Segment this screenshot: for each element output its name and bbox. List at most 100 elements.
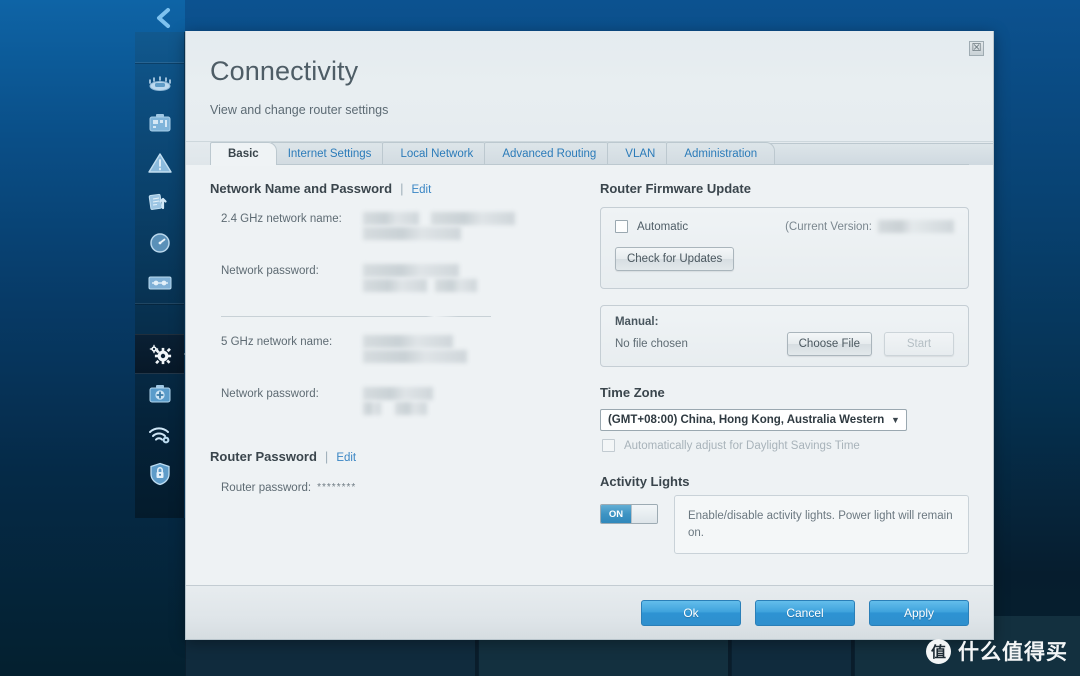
- field-24ghz-name: 2.4 GHz network name:: [210, 212, 590, 240]
- speed-gauge-icon: [148, 231, 172, 255]
- page-subtitle: View and change router settings: [210, 103, 389, 117]
- sidebar-top-spacer: [135, 32, 184, 62]
- tab-basic[interactable]: Basic: [210, 142, 277, 166]
- redacted-value: [363, 212, 515, 240]
- router-password-row: Router password: ********: [210, 482, 590, 494]
- wifi-settings-icon: [147, 423, 173, 445]
- tab-advanced-routing[interactable]: Advanced Routing: [484, 142, 615, 165]
- router-password-title: Router Password: [210, 449, 317, 464]
- choose-file-button[interactable]: Choose File: [786, 332, 872, 356]
- redacted-value: [363, 264, 477, 292]
- automatic-checkbox[interactable]: [614, 220, 628, 233]
- page-title: Connectivity: [210, 56, 359, 86]
- current-version-value-redacted: [878, 220, 954, 233]
- sidebar-item-alerts[interactable]: [135, 143, 184, 183]
- sidebar-item-media[interactable]: [135, 263, 184, 303]
- sidebar-item-speed[interactable]: [135, 223, 184, 263]
- network-section-title: Network Name and Password: [210, 181, 393, 196]
- field-label: 5 GHz network name:: [221, 336, 333, 348]
- dst-label: Automatically adjust for Daylight Saving…: [623, 439, 860, 452]
- sidebar-item-security[interactable]: [135, 454, 184, 494]
- check-for-updates-button[interactable]: Check for Updates: [614, 247, 735, 271]
- watermark-text: 什么值得买: [958, 640, 1068, 664]
- sidebar-item-connectivity[interactable]: [135, 334, 193, 374]
- router-device-icon: [147, 74, 173, 92]
- tab-bar-filler: [761, 143, 993, 165]
- toggle-knob[interactable]: [630, 505, 657, 523]
- edit-router-password-link[interactable]: Edit: [336, 452, 356, 464]
- desktop-root: Connectivity View and change router sett…: [0, 0, 1080, 676]
- router-password-value: ********: [317, 482, 357, 493]
- time-zone-selected-value: (GMT+08:00) China, Hong Kong, Australia …: [607, 414, 885, 426]
- shield-lock-icon: [149, 462, 171, 486]
- chevron-down-icon: ▼: [891, 415, 900, 425]
- ok-button[interactable]: Ok: [641, 599, 741, 626]
- transfer-refresh-icon: [147, 192, 173, 214]
- gears-icon: [145, 342, 175, 366]
- back-button[interactable]: [147, 2, 181, 34]
- automatic-checkbox-row[interactable]: Automatic: [614, 220, 689, 233]
- sidebar-item-troubleshooting[interactable]: [135, 103, 184, 143]
- router-password-label: Router password:: [221, 482, 312, 494]
- network-section-heading: Network Name and Password | Edit: [210, 181, 590, 196]
- separator: |: [324, 449, 329, 464]
- media-bar-icon: [147, 275, 173, 291]
- watermark-logo: 值: [926, 638, 951, 664]
- sidebar-item-device[interactable]: [135, 63, 184, 103]
- tab-internet-settings[interactable]: Internet Settings: [269, 142, 390, 165]
- activity-lights-heading: Activity Lights: [599, 474, 690, 489]
- dst-checkbox[interactable]: [601, 439, 615, 452]
- start-button: Start: [884, 332, 954, 356]
- activity-lights-hint: Enable/disable activity lights. Power li…: [673, 495, 969, 555]
- tab-vlan[interactable]: VLAN: [607, 142, 674, 165]
- dialog-body: Network Name and Password | Edit 2.4 GHz…: [186, 165, 993, 585]
- manual-label: Manual:: [614, 316, 659, 328]
- medical-kit-icon: [148, 384, 172, 404]
- automatic-label: Automatic: [636, 220, 689, 233]
- activity-lights-toggle[interactable]: ON: [599, 504, 658, 524]
- field-24ghz-password: Network password:: [210, 264, 590, 292]
- chevron-left-icon: [154, 7, 174, 29]
- close-button[interactable]: ☒: [969, 41, 984, 56]
- sidebar-item-troubleshooting-2[interactable]: [135, 374, 184, 414]
- redacted-value: [363, 335, 467, 363]
- field-label: 2.4 GHz network name:: [221, 213, 342, 225]
- close-icon: ☒: [971, 42, 982, 54]
- tab-local-network[interactable]: Local Network: [382, 142, 492, 165]
- current-version-row: (Current Version:: [785, 220, 954, 233]
- firmware-manual-panel: Manual: No file chosen Choose File Start: [599, 305, 969, 367]
- sidebar-mid-spacer: [135, 304, 184, 334]
- current-version-label: (Current Version:: [785, 220, 872, 233]
- apply-button[interactable]: Apply: [869, 599, 969, 626]
- router-password-section-heading: Router Password | Edit: [210, 449, 590, 464]
- sidebar-item-transfer[interactable]: [135, 183, 184, 223]
- right-column: Router Firmware Update Automatic (Curren…: [599, 181, 969, 585]
- cancel-button[interactable]: Cancel: [755, 599, 855, 626]
- field-5ghz-password: Network password:: [210, 387, 590, 415]
- section-divider: [221, 316, 491, 317]
- firmware-auto-panel: Automatic (Current Version: Check for Up…: [599, 207, 969, 289]
- dialog-footer: Ok Cancel Apply: [186, 585, 993, 639]
- tab-bar: Basic Internet Settings Local Network Ad…: [186, 142, 993, 166]
- file-status-text: No file chosen: [614, 338, 688, 350]
- field-label: Network password:: [221, 265, 319, 277]
- icon-sidebar: [135, 32, 193, 518]
- redacted-value: [363, 387, 433, 415]
- field-5ghz-name: 5 GHz network name:: [210, 335, 590, 363]
- time-zone-heading: Time Zone: [599, 385, 665, 400]
- connectivity-dialog: Connectivity View and change router sett…: [185, 31, 994, 640]
- activity-lights-row: ON Enable/disable activity lights. Power…: [599, 495, 969, 555]
- troubleshoot-toolbox-icon: [148, 113, 172, 133]
- left-column: Network Name and Password | Edit 2.4 GHz…: [210, 181, 600, 585]
- edit-network-link[interactable]: Edit: [411, 184, 431, 196]
- firmware-heading: Router Firmware Update: [599, 181, 751, 196]
- separator: |: [400, 181, 404, 196]
- manual-row: No file chosen Choose File Start: [615, 332, 954, 356]
- sidebar-item-wifi-settings[interactable]: [135, 414, 184, 454]
- tab-administration[interactable]: Administration: [666, 142, 776, 165]
- field-label: Network password:: [221, 388, 319, 400]
- warning-triangle-icon: [147, 152, 173, 174]
- time-zone-select[interactable]: (GMT+08:00) China, Hong Kong, Australia …: [599, 409, 907, 431]
- watermark: 值 什么值得买: [926, 636, 1068, 666]
- dst-checkbox-row[interactable]: Automatically adjust for Daylight Saving…: [600, 439, 969, 452]
